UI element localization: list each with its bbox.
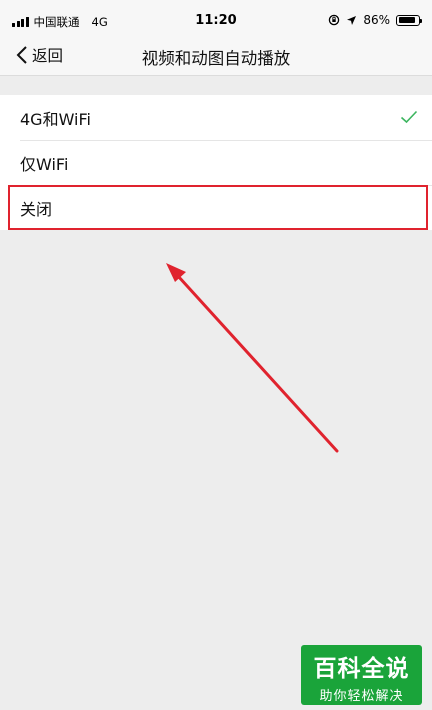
watermark-subtitle: 助你轻松解决 xyxy=(319,689,404,704)
option-off[interactable]: 关闭 xyxy=(0,185,432,230)
option-4g-and-wifi[interactable]: 4G和WiFi xyxy=(0,95,432,140)
status-bar: 中国联通 4G 11:20 86% xyxy=(0,0,432,40)
option-label: 4G和WiFi xyxy=(20,109,91,129)
checkmark-icon xyxy=(400,110,418,124)
location-icon xyxy=(347,15,357,25)
page-title: 视频和动图自动播放 xyxy=(141,49,291,68)
orientation-lock-icon xyxy=(329,14,340,26)
option-label: 仅WiFi xyxy=(20,154,69,174)
battery-percent: 86% xyxy=(363,13,390,27)
watermark-logo: 百科全说 助你轻松解决 xyxy=(301,645,422,705)
option-label: 关闭 xyxy=(20,199,53,219)
option-wifi-only[interactable]: 仅WiFi xyxy=(0,140,432,185)
nav-bar: 返回 视频和动图自动播放 xyxy=(0,40,432,76)
autoplay-options-list: 4G和WiFi 仅WiFi 关闭 xyxy=(0,95,432,230)
status-right: 86% xyxy=(328,13,422,27)
watermark-title: 百科全说 xyxy=(313,656,410,682)
battery-icon xyxy=(396,14,422,26)
